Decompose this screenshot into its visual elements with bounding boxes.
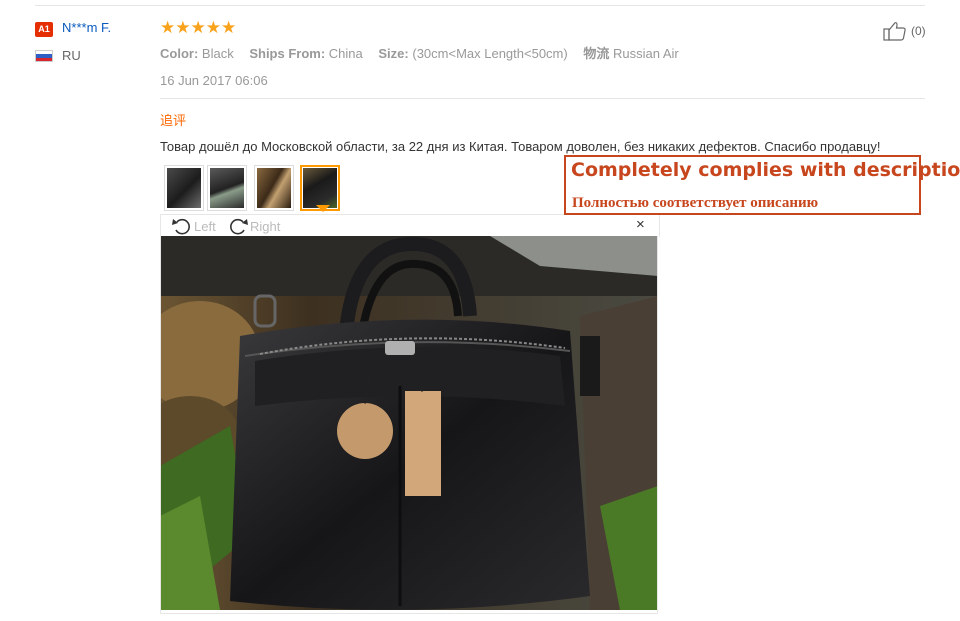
- rotate-left-button[interactable]: Left: [171, 215, 216, 237]
- rotate-left-label: Left: [194, 218, 216, 234]
- member-level-badge: A1: [35, 22, 53, 37]
- reviewer-name[interactable]: N***m F.: [62, 20, 111, 35]
- rotate-left-icon: [172, 218, 190, 235]
- photo-viewer-toolbar: Left Right ×: [160, 214, 660, 237]
- annotation-english: Completely complies with description: [571, 159, 960, 181]
- rotate-right-button[interactable]: Right: [227, 215, 280, 237]
- review-text: Товар дошёл до Московской области, за 22…: [160, 139, 881, 154]
- thumbnail-image: [257, 168, 291, 208]
- rotate-right-label: Right: [250, 218, 281, 234]
- attr-key: Size:: [378, 46, 409, 61]
- additional-review-label: 追评: [160, 113, 187, 128]
- top-divider: [35, 5, 925, 6]
- thumbnail-image: [303, 168, 337, 208]
- attr-key: 物流: [583, 46, 610, 61]
- attr-value: Black: [201, 46, 234, 61]
- active-thumbnail-pointer: [316, 205, 330, 212]
- attr-value: China: [328, 46, 363, 61]
- annotation-russian: Полностью соответствует описанию: [572, 195, 819, 211]
- review-divider: [160, 98, 925, 99]
- thumbnail-image: [167, 168, 201, 208]
- translation-annotation-box: Completely complies with description Пол…: [564, 155, 960, 215]
- reviewer-country: RU: [62, 48, 81, 63]
- thumbs-up-icon: [883, 22, 906, 41]
- helpful-count: (0): [911, 24, 926, 38]
- review-photo-thumbnail[interactable]: [254, 165, 294, 211]
- order-attributes: Color: Black Ships From: China Size: (30…: [160, 43, 691, 62]
- star-rating: ★★★★★: [160, 18, 237, 37]
- review-photo-thumbnail[interactable]: [164, 165, 204, 211]
- attr-value: (30cm<Max Length<50cm): [412, 46, 568, 61]
- review-photo-thumbnail[interactable]: [207, 165, 247, 211]
- close-viewer-button[interactable]: ×: [636, 217, 645, 233]
- bag-photo-image: [160, 236, 658, 610]
- review-photo-large: [160, 236, 658, 610]
- attr-key: Color:: [160, 46, 199, 61]
- attr-value: Russian Air: [612, 46, 679, 61]
- thumbnail-image: [210, 168, 244, 208]
- helpful-button[interactable]: (0): [883, 21, 926, 41]
- rotate-right-icon: [230, 218, 248, 235]
- russia-flag-icon: [35, 50, 53, 62]
- attr-key: Ships From:: [249, 46, 326, 61]
- review-date: 16 Jun 2017 06:06: [160, 73, 268, 88]
